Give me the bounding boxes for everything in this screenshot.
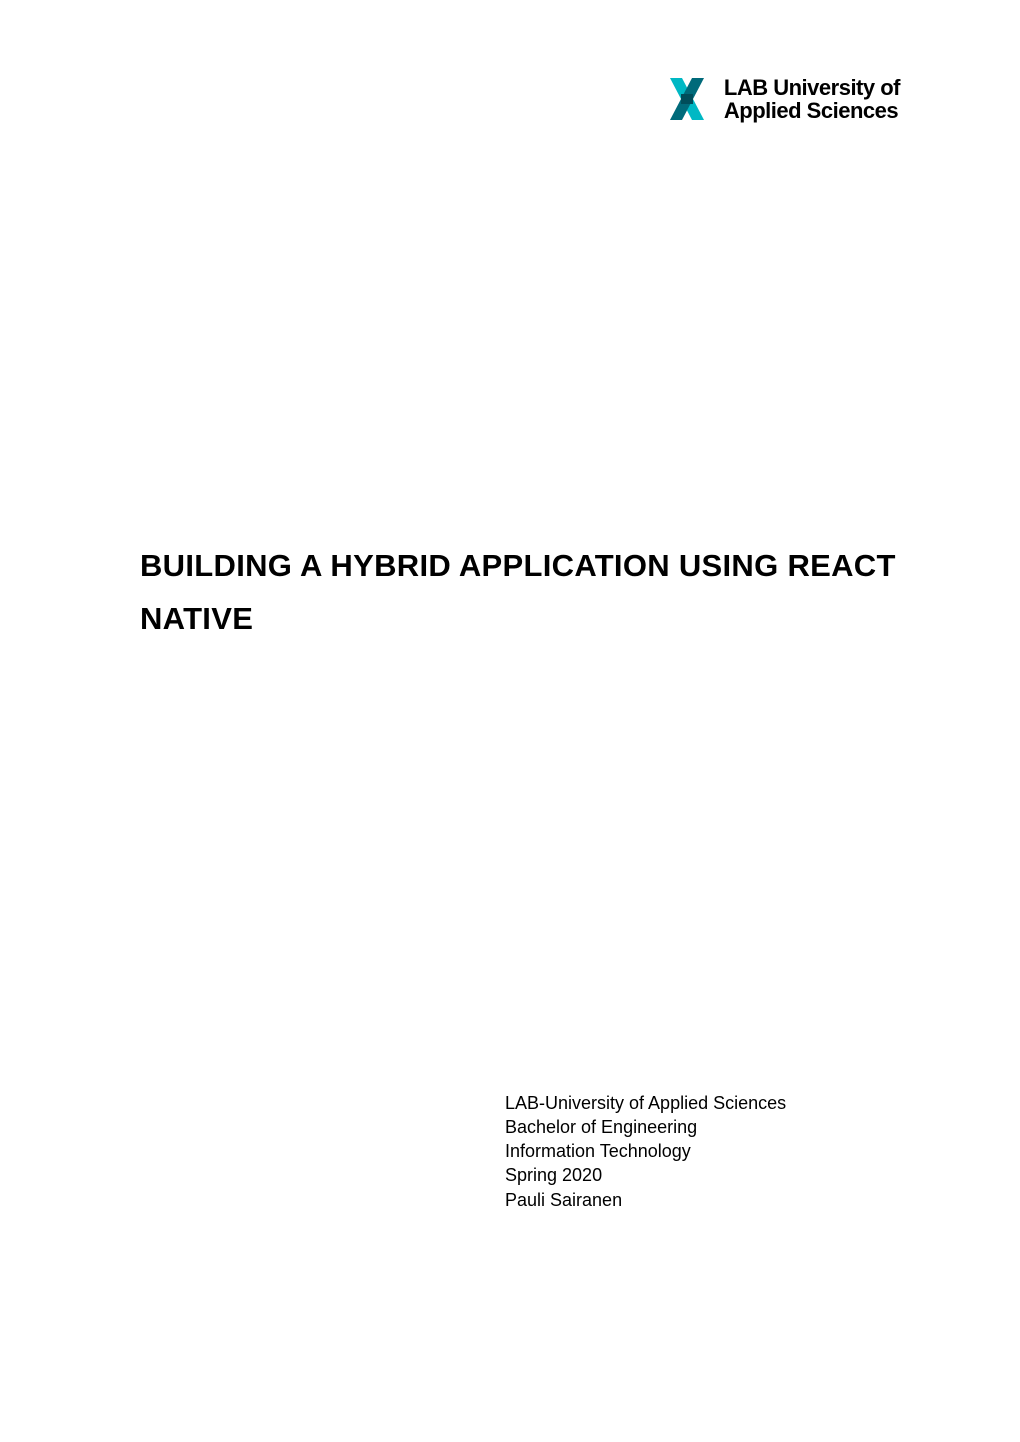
logo-text: LAB University of Applied Sciences (724, 76, 900, 122)
page-container: LAB University of Applied Sciences BUILD… (0, 0, 1020, 1442)
footer-institution: LAB-University of Applied Sciences (505, 1091, 786, 1115)
footer-author: Pauli Sairanen (505, 1188, 786, 1212)
document-title: BUILDING A HYBRID APPLICATION USING REAC… (140, 540, 900, 645)
logo-mark-icon (660, 72, 714, 126)
institution-logo: LAB University of Applied Sciences (660, 72, 900, 126)
footer-metadata: LAB-University of Applied Sciences Bache… (505, 1091, 786, 1212)
logo-text-line1: LAB University of (724, 76, 900, 99)
footer-program: Information Technology (505, 1139, 786, 1163)
footer-degree: Bachelor of Engineering (505, 1115, 786, 1139)
logo-text-line2: Applied Sciences (724, 99, 900, 122)
title-block: BUILDING A HYBRID APPLICATION USING REAC… (140, 540, 900, 645)
footer-term: Spring 2020 (505, 1163, 786, 1187)
